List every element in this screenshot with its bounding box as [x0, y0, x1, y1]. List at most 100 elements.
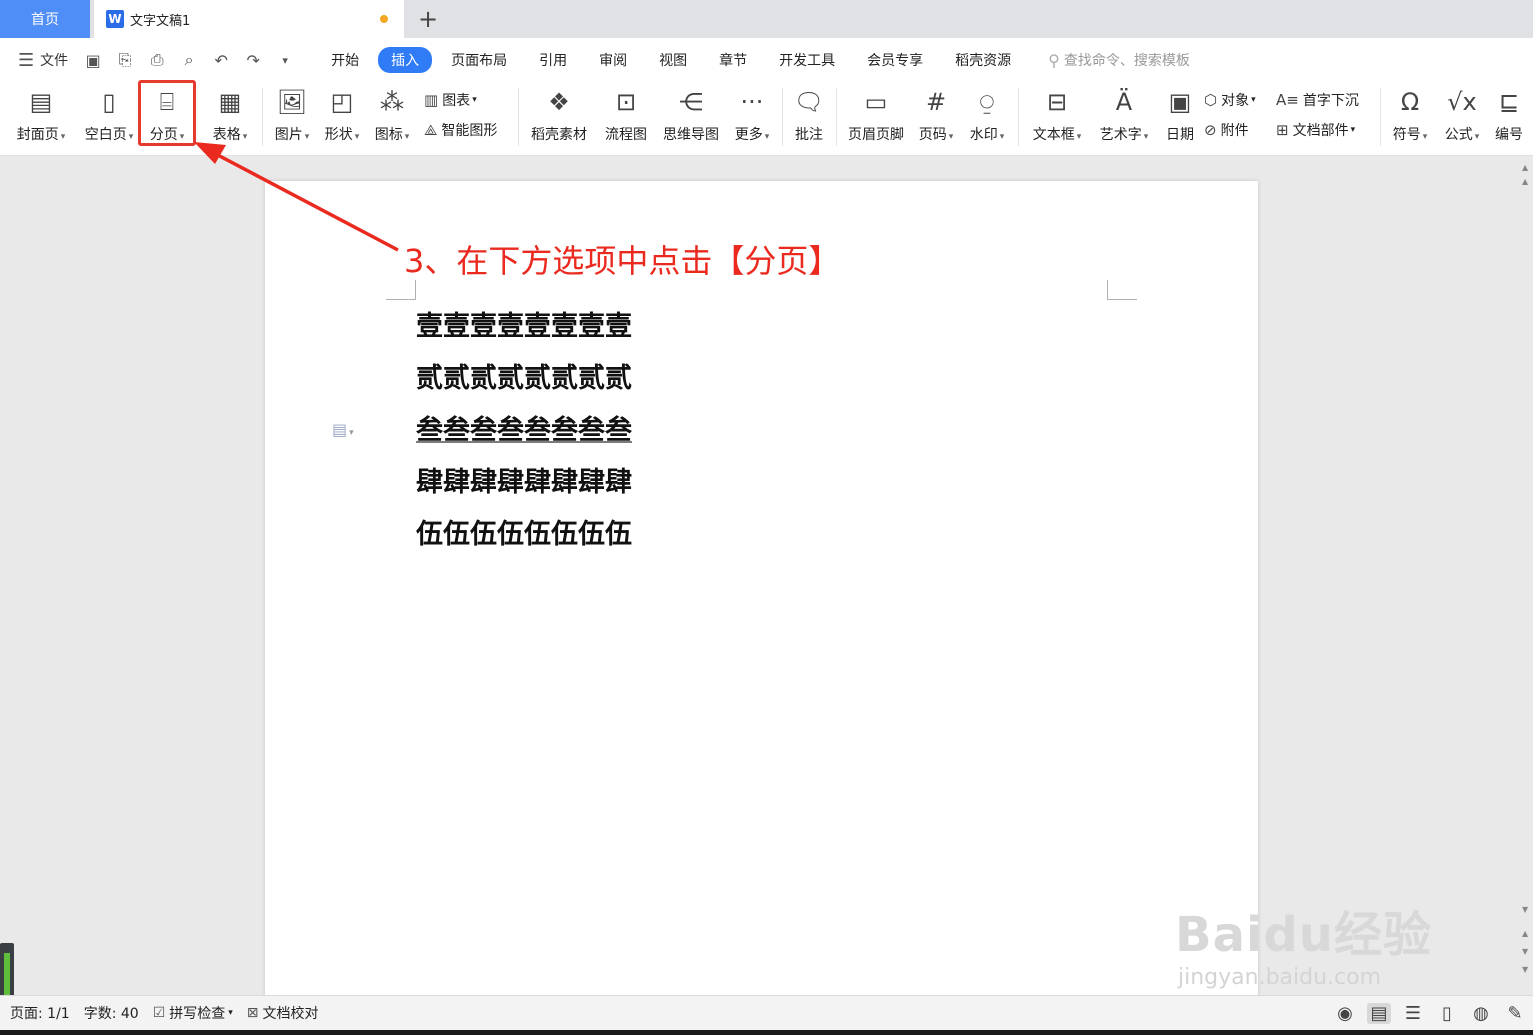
blank-page-button[interactable]: ▯ 空白页 ▾ [80, 82, 138, 156]
paragraph-icon: ▤ [332, 420, 348, 439]
page-number-button[interactable]: # 页码 ▾ [914, 82, 958, 156]
tab-references[interactable]: 引用 [526, 47, 580, 73]
flowchart-label: 流程图 [605, 127, 647, 143]
mindmap-button[interactable]: ⋲ 思维导图 [658, 82, 724, 156]
print-preview-icon[interactable]: ⌕ [178, 50, 200, 70]
tab-developer[interactable]: 开发工具 [766, 47, 848, 73]
scroll-up-icon[interactable]: ▲ [1522, 177, 1528, 186]
numbering-icon: ⊑ [1498, 88, 1520, 116]
scroll-up-icon[interactable]: ▲ [1522, 163, 1528, 172]
drop-cap-button[interactable]: A≡ 首字下沉 [1276, 90, 1359, 110]
symbol-button[interactable]: Ω 符号 ▾ [1386, 82, 1434, 156]
cover-page-button[interactable]: ▤ 封面页 ▾ [12, 82, 70, 156]
more-button[interactable]: ··· 更多 ▾ [728, 82, 776, 156]
watermark-icon: ⍜ [979, 88, 995, 116]
document-body[interactable]: 壹壹壹壹壹壹壹壹 贰贰贰贰贰贰贰贰 叁叁叁叁叁叁叁叁 肆肆肆肆肆肆肆肆 伍伍伍伍… [416, 305, 632, 565]
word-count[interactable]: 字数: 40 [84, 1003, 139, 1023]
file-menu-button[interactable]: ☰ 文件 [18, 50, 68, 71]
comment-button[interactable]: 🗨 批注 [788, 82, 830, 156]
command-search-placeholder: 查找命令、搜索模板 [1063, 53, 1190, 69]
undo-icon[interactable]: ↶ [210, 51, 232, 70]
document-line[interactable]: 叁叁叁叁叁叁叁叁 [416, 409, 632, 461]
baidu-watermark-url: jingyan.baidu.com [1178, 965, 1382, 990]
paperclip-icon: ⊘ [1204, 121, 1217, 139]
formula-icon: √x [1447, 88, 1477, 116]
flowchart-icon: ⊡ [615, 88, 637, 116]
paragraph-handle[interactable]: ▤ ▾ [332, 420, 354, 439]
outline-view-icon[interactable]: ☰ [1401, 1003, 1425, 1024]
vertical-scrollbar[interactable]: ▲ ▲ ▼ ▲ ▼ ▼ [1519, 157, 1533, 995]
object-button[interactable]: ⬡ 对象 ▾ [1204, 90, 1256, 110]
ribbon-separator [836, 88, 837, 146]
dropdown-arrow-icon: ▾ [1143, 132, 1149, 142]
tab-member[interactable]: 会员专享 [854, 47, 936, 73]
header-footer-button[interactable]: ▭ 页眉页脚 [842, 82, 910, 156]
textbox-button[interactable]: ⊟ 文本框 ▾ [1026, 82, 1088, 156]
scroll-down-icon[interactable]: ▼ [1522, 947, 1528, 956]
proofread-button[interactable]: ⊠ 文档校对 [247, 1003, 319, 1023]
tab-document[interactable]: W 文字文稿1 [94, 0, 404, 38]
document-line[interactable]: 贰贰贰贰贰贰贰贰 [416, 357, 632, 409]
tab-view[interactable]: 视图 [646, 47, 700, 73]
doc-parts-button[interactable]: ⊞ 文档部件 ▾ [1276, 120, 1355, 140]
margin-corner-top-right [1107, 280, 1137, 300]
wordart-icon: Ä [1115, 88, 1133, 116]
tab-start[interactable]: 开始 [318, 47, 372, 73]
smart-art-button[interactable]: ⟁ 智能图形 [424, 120, 497, 140]
icon-library-button[interactable]: ⁂ 图标 ▾ [368, 82, 416, 156]
tab-section[interactable]: 章节 [706, 47, 760, 73]
dropdown-arrow-icon: ▾ [999, 132, 1005, 142]
document-line[interactable]: 壹壹壹壹壹壹壹壹 [416, 305, 632, 357]
dropdown-arrow-icon: ▾ [1474, 132, 1480, 142]
reading-view-icon[interactable]: ▯ [1435, 1003, 1459, 1024]
formula-button[interactable]: √x 公式 ▾ [1438, 82, 1486, 156]
table-button[interactable]: ▦ 表格 ▾ [205, 82, 255, 156]
document-line[interactable]: 肆肆肆肆肆肆肆肆 [416, 461, 632, 513]
edit-pen-icon[interactable]: ✎ [1503, 1003, 1527, 1024]
proofread-icon: ⊠ [246, 1005, 259, 1021]
docer-material-icon: ❖ [548, 88, 570, 116]
scroll-down-icon[interactable]: ▼ [1522, 965, 1528, 974]
attachment-label: 附件 [1220, 123, 1249, 139]
web-view-icon[interactable]: ◍ [1469, 1003, 1493, 1024]
tab-insert[interactable]: 插入 [378, 47, 433, 73]
customize-dropdown-icon[interactable]: ▾ [274, 54, 296, 67]
baidu-watermark: Baidu经验 [1175, 907, 1432, 963]
tab-bar: 首页 W 文字文稿1 + [0, 0, 1533, 38]
watermark-button[interactable]: ⍜ 水印 ▾ [964, 82, 1010, 156]
numbering-button[interactable]: ⊑ 编号 [1488, 82, 1530, 156]
tab-review[interactable]: 审阅 [586, 47, 640, 73]
more-label: 更多 [734, 127, 763, 143]
picture-icon: 🖼 [276, 88, 308, 116]
chart-button[interactable]: ▥ 图表 ▾ [424, 90, 477, 110]
attachment-button[interactable]: ⊘ 附件 [1204, 120, 1249, 140]
picture-button[interactable]: 🖼 图片 ▾ [268, 82, 316, 156]
document-page[interactable] [265, 181, 1258, 1001]
shape-button[interactable]: ◰ 形状 ▾ [318, 82, 366, 156]
page-view-icon[interactable]: ▤ [1367, 1003, 1391, 1024]
export-pdf-icon[interactable]: ⎘ [114, 50, 136, 70]
scroll-down-icon[interactable]: ▼ [1522, 905, 1528, 914]
ribbon-separator [262, 88, 263, 146]
tab-page-layout[interactable]: 页面布局 [438, 47, 520, 73]
date-button[interactable]: ▣ 日期 [1160, 82, 1200, 156]
page-indicator[interactable]: 页面: 1/1 [10, 1003, 70, 1023]
flowchart-button[interactable]: ⊡ 流程图 [600, 82, 652, 156]
table-label: 表格 [212, 127, 241, 143]
document-line[interactable]: 伍伍伍伍伍伍伍伍 [416, 513, 632, 565]
tab-home[interactable]: 首页 [0, 0, 90, 38]
wordart-button[interactable]: Ä 艺术字 ▾ [1094, 82, 1154, 156]
object-icon: ⬡ [1204, 91, 1218, 109]
eye-protection-icon[interactable]: ◉ [1333, 1003, 1357, 1024]
new-tab-button[interactable]: + [414, 4, 442, 34]
command-search[interactable]: ⚲ 查找命令、搜索模板 [1048, 50, 1190, 70]
mindmap-icon: ⋲ [679, 88, 703, 116]
spell-check-button[interactable]: ☑ 拼写检查 ▾ [153, 1003, 233, 1023]
save-icon[interactable]: ▣ [82, 51, 104, 70]
spell-check-label: 拼写检查 [169, 1006, 226, 1022]
tab-docer-resources[interactable]: 稻壳资源 [942, 47, 1024, 73]
scroll-up-icon[interactable]: ▲ [1522, 929, 1528, 938]
print-icon[interactable]: ⎙ [146, 50, 168, 70]
docer-material-button[interactable]: ❖ 稻壳素材 [526, 82, 592, 156]
redo-icon[interactable]: ↷ [242, 51, 264, 70]
